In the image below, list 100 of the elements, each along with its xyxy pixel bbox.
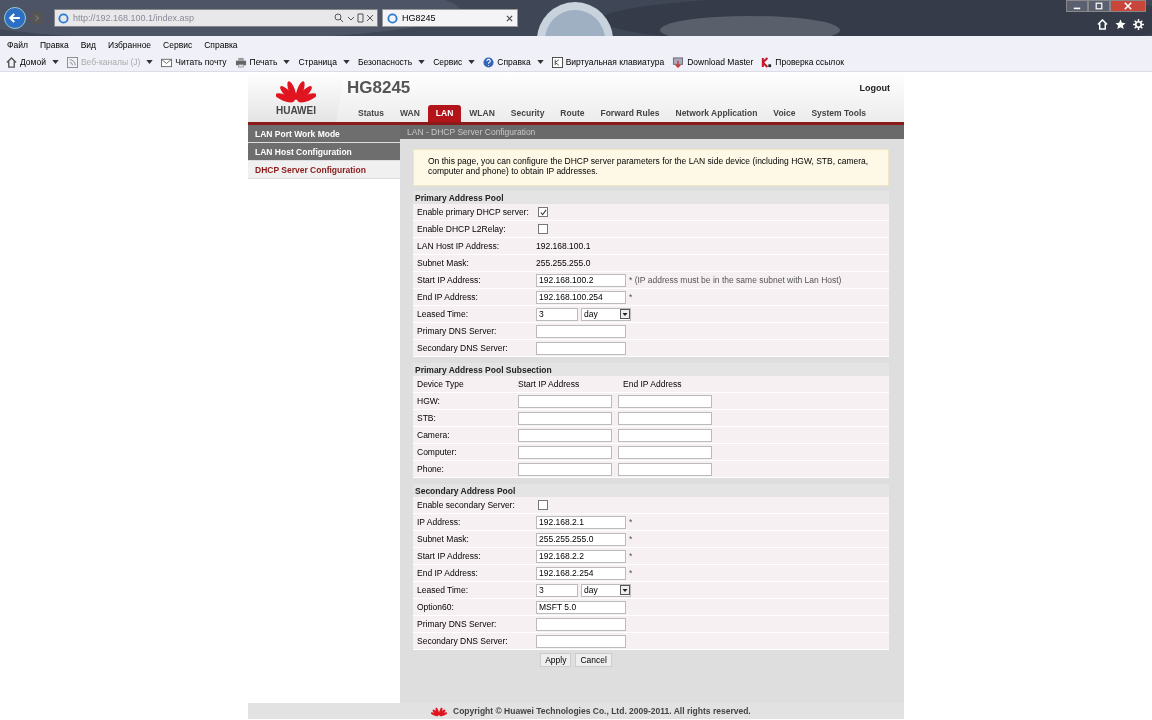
toolbar-item[interactable]: Безопасность bbox=[357, 57, 426, 67]
input-field[interactable]: 192.168.100.254 bbox=[536, 290, 626, 304]
input-field[interactable] bbox=[536, 634, 626, 648]
nav-tab[interactable]: Status bbox=[350, 105, 392, 122]
field-label: Option60: bbox=[417, 602, 455, 613]
caret-icon[interactable] bbox=[536, 60, 544, 64]
field-label: Start IP Address: bbox=[417, 275, 482, 286]
input-field[interactable] bbox=[536, 324, 626, 338]
toolbar-item[interactable]: Домой bbox=[6, 56, 59, 68]
nav-tab[interactable]: Network Application bbox=[667, 105, 766, 122]
caret-icon[interactable] bbox=[283, 60, 291, 64]
input-field[interactable]: 192.168.2.1 bbox=[536, 515, 626, 529]
field-label: Enable primary DHCP server: bbox=[417, 207, 530, 218]
toolbar-item[interactable]: Виртуальная клавиатура bbox=[551, 56, 665, 68]
toolbar-item[interactable]: Сервис bbox=[433, 57, 476, 67]
input-field[interactable]: 3 bbox=[536, 583, 578, 597]
device-label: STB: bbox=[417, 413, 437, 424]
toolbar-item[interactable]: Download Master bbox=[672, 56, 754, 68]
input-field[interactable] bbox=[518, 394, 612, 408]
field-value: 255.255.255.0 bbox=[536, 258, 591, 269]
input-field[interactable] bbox=[518, 411, 612, 425]
unit-dropdown[interactable]: day bbox=[581, 583, 631, 597]
unit-dropdown[interactable]: day bbox=[581, 307, 631, 321]
field-label: Primary DNS Server: bbox=[417, 326, 498, 337]
logo-text: HUAWEI bbox=[276, 105, 316, 116]
toolbar-item[interactable]: Печать bbox=[234, 56, 291, 68]
breadcrumb: LAN - DHCP Server Configuration bbox=[400, 125, 904, 139]
menu-item[interactable]: Вид bbox=[80, 39, 96, 50]
input-field[interactable] bbox=[536, 341, 626, 355]
toolbar-item[interactable]: Читать почту bbox=[161, 56, 227, 68]
nav-tab[interactable]: LAN bbox=[427, 105, 462, 122]
checkbox[interactable] bbox=[538, 207, 548, 218]
device-label: Computer: bbox=[417, 447, 458, 458]
field-note: * bbox=[629, 551, 633, 562]
menu-item[interactable]: Сервис bbox=[163, 39, 193, 50]
field-note: * bbox=[629, 517, 633, 528]
maximize-icon bbox=[1095, 2, 1103, 10]
input-field[interactable]: 255.255.255.0 bbox=[536, 532, 626, 546]
sidebar-item[interactable]: DHCP Server Configuration bbox=[248, 161, 400, 179]
sidebar-item[interactable]: LAN Host Configuration bbox=[248, 143, 400, 161]
menu-item[interactable]: Правка bbox=[39, 39, 69, 50]
device-label: HGW: bbox=[417, 396, 441, 407]
input-field[interactable]: 3 bbox=[536, 307, 578, 321]
logout-link[interactable]: Logout bbox=[859, 83, 890, 93]
menu-item[interactable]: Файл bbox=[7, 39, 28, 50]
checkbox[interactable] bbox=[538, 500, 548, 511]
form-button[interactable]: Cancel bbox=[575, 652, 612, 667]
toolbar-item[interactable]: Страница bbox=[298, 57, 350, 67]
toolbar-item[interactable]: Справка bbox=[483, 56, 544, 68]
input-field[interactable] bbox=[618, 445, 712, 459]
caret-icon[interactable] bbox=[418, 60, 426, 64]
input-field[interactable] bbox=[518, 445, 612, 459]
input-field[interactable]: MSFT 5.0 bbox=[536, 600, 626, 614]
input-field[interactable] bbox=[618, 428, 712, 442]
nav-tab[interactable]: Voice bbox=[765, 105, 804, 122]
field-note: * (IP address must be in the same subnet with Lan Host) bbox=[629, 275, 842, 286]
device-label: Phone: bbox=[417, 464, 445, 475]
settings-icon[interactable] bbox=[1133, 19, 1144, 30]
caret-icon[interactable] bbox=[468, 60, 476, 64]
nav-tab[interactable]: WAN bbox=[392, 105, 428, 122]
field-label: LAN Host IP Address: bbox=[417, 241, 501, 252]
caret-icon[interactable] bbox=[51, 60, 59, 64]
input-field[interactable] bbox=[536, 617, 626, 631]
home-icon bbox=[6, 56, 17, 68]
field-label: Secondary DNS Server: bbox=[417, 636, 509, 647]
copyright-text: Copyright © Huawei Technologies Co., Ltd. 2009-2011. All rights reserved. bbox=[453, 706, 751, 716]
form-button[interactable]: Apply bbox=[540, 652, 572, 667]
caret-icon[interactable] bbox=[342, 60, 350, 64]
browser-tab[interactable]: HG8245 bbox=[382, 9, 518, 27]
nav-tab[interactable]: System Tools bbox=[803, 105, 875, 122]
nav-tab[interactable]: WLAN bbox=[461, 105, 503, 122]
input-field[interactable] bbox=[518, 428, 612, 442]
home-icon[interactable] bbox=[1097, 19, 1108, 30]
device-label: Camera: bbox=[417, 430, 451, 441]
input-field[interactable] bbox=[618, 394, 712, 408]
menu-item[interactable]: Справка bbox=[204, 39, 238, 50]
nav-tab[interactable]: Route bbox=[552, 105, 593, 122]
field-label: Subnet Mask: bbox=[417, 258, 470, 269]
close-button[interactable] bbox=[1110, 0, 1146, 12]
maximize-button[interactable] bbox=[1088, 0, 1110, 12]
field-label: End IP Address: bbox=[417, 292, 479, 303]
menu-item[interactable]: Избранное bbox=[108, 39, 152, 50]
nav-tab[interactable]: Forward Rules bbox=[592, 105, 668, 122]
column-header: Device Type bbox=[417, 379, 465, 390]
input-field[interactable]: 192.168.100.2 bbox=[536, 273, 626, 287]
checkbox[interactable] bbox=[538, 224, 548, 235]
input-field[interactable]: 192.168.2.254 bbox=[536, 566, 626, 580]
input-field[interactable] bbox=[518, 462, 612, 476]
field-label: Start IP Address: bbox=[417, 551, 482, 562]
field-label: Leased Time: bbox=[417, 309, 470, 320]
input-field[interactable] bbox=[618, 462, 712, 476]
toolbar-item[interactable]: Проверка ссылок bbox=[761, 56, 844, 68]
sidebar-item[interactable]: LAN Port Work Mode bbox=[248, 125, 400, 143]
input-field[interactable] bbox=[618, 411, 712, 425]
nav-tab[interactable]: Security bbox=[502, 105, 553, 122]
input-field[interactable]: 192.168.2.2 bbox=[536, 549, 626, 563]
close-icon[interactable] bbox=[506, 14, 513, 22]
minimize-button[interactable] bbox=[1066, 0, 1088, 12]
column-header: End IP Address bbox=[623, 379, 683, 390]
star-icon[interactable] bbox=[1115, 19, 1126, 30]
